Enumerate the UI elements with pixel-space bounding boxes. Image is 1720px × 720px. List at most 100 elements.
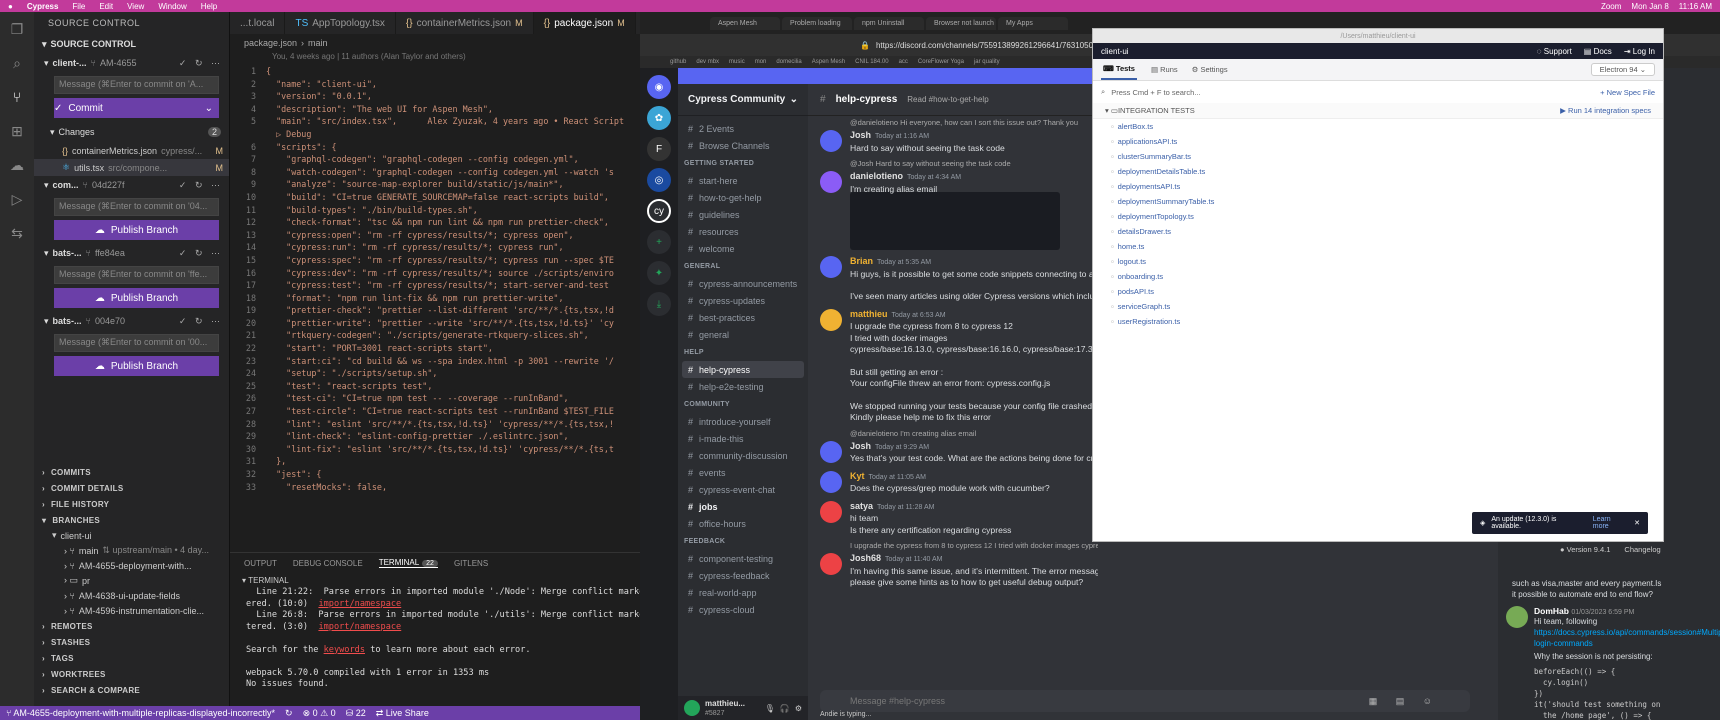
terminal-link[interactable]: keywords [324,645,365,655]
channel-item[interactable]: # cypress-updates [678,292,808,309]
channel-item[interactable]: # cypress-event-chat [678,481,808,498]
browser-tab[interactable]: npm Uninstall [854,16,924,30]
guild-name[interactable]: Cypress Community ⌄ [678,84,808,116]
publish-branch-button[interactable]: ☁ Publish Branch [54,356,219,376]
channel-topic[interactable]: Read #how-to-get-help [907,95,988,104]
explorer-icon[interactable]: ❐ [0,12,34,46]
bookmark-item[interactable]: CNIL 184.00 [855,59,888,65]
code-line[interactable]: 7 "graphql-codegen": "graphql-codegen --… [230,154,640,167]
download-icon[interactable]: ⤓ [647,292,671,316]
channel-item[interactable]: # guidelines [678,206,808,223]
changelog-link[interactable]: Changelog [1624,545,1660,554]
code-block-image[interactable] [850,192,1060,250]
code-line[interactable]: 11 "build-types": "./bin/build-types.sh"… [230,205,640,218]
code-line[interactable]: 16 "cypress:dev": "rm -rf cypress/result… [230,268,640,281]
spec-file[interactable]: ▫ userRegistration.ts [1093,314,1663,329]
avatar[interactable] [820,130,842,152]
branch-item[interactable]: › ▭ pr [34,573,229,588]
avatar[interactable] [820,256,842,278]
code-line[interactable]: 30 "lint-fix": "eslint 'src/**/*.{ts,tsx… [230,444,640,457]
menu-window[interactable]: Window [158,2,186,11]
spec-file[interactable]: ▫ podsAPI.ts [1093,284,1663,299]
channel-item[interactable]: # cypress-cloud [678,601,808,618]
source-control-icon[interactable]: ⑂ [0,80,34,114]
docker-icon[interactable]: ☁ [0,148,34,182]
explore-icon[interactable]: ✦ [647,261,671,285]
remotes-section[interactable]: › REMOTES [34,618,229,634]
menubar-app-name[interactable]: Cypress [27,2,59,11]
avatar[interactable] [820,171,842,193]
channel-item[interactable]: # component-testing [678,550,808,567]
commit-message-input[interactable]: Message (⌘Enter to commit on 'A... [54,76,219,94]
channel-item[interactable]: # resources [678,223,808,240]
code-line[interactable]: 3 "version": "0.0.1", [230,91,640,104]
message-author[interactable]: satya [850,501,873,511]
code-line[interactable]: 6 "scripts": { [230,142,640,155]
spec-file[interactable]: ▫ deploymentTopology.ts [1093,209,1663,224]
branches-section[interactable]: ▾ BRANCHES [34,512,229,528]
code-line[interactable]: 15 "cypress:spec": "rm -rf cypress/resul… [230,255,640,268]
channel-item[interactable]: # best-practices [678,309,808,326]
bookmark-item[interactable]: domecilia [776,59,801,65]
bookmark-item[interactable]: acc [899,59,908,65]
avatar[interactable] [820,470,842,493]
avatar[interactable] [820,440,842,463]
browser-tab[interactable]: My Apps [998,16,1068,30]
browser-tab[interactable]: Problem loading [782,16,852,30]
code-line[interactable]: 23 "start:ci": "cd build && ws --spa ind… [230,356,640,369]
tags-section[interactable]: › TAGS [34,650,229,666]
branch-item[interactable]: › ⑂ AM-4655-deployment-with... [34,558,229,573]
thread-author[interactable]: DomHab [1534,606,1569,616]
apple-icon[interactable]: ● [8,2,13,11]
new-spec-button[interactable]: + New Spec File [1600,88,1655,97]
commit-message-input[interactable]: Message (⌘Enter to commit on 'ffe... [54,266,219,284]
code-line[interactable]: 8 "watch-codegen": "graphql-codegen --co… [230,167,640,180]
code-line[interactable]: 10 "build": "CI=true GENERATE_SOURCEMAP=… [230,192,640,205]
gear-icon[interactable]: ⚙ [795,704,802,713]
code-line[interactable]: 33 "resetMocks": false, [230,482,640,495]
channel-category[interactable]: FEEDBACK [678,532,808,550]
channel-category[interactable]: COMMUNITY [678,395,808,413]
message-author[interactable]: Josh [850,441,871,451]
channel-category[interactable]: GETTING STARTED [678,154,808,172]
tab-terminal[interactable]: TERMINAL 22 [378,558,438,568]
channel-item[interactable]: # real-world-app [678,584,808,601]
branch-item[interactable]: › ⑂ AM-4596-instrumentation-clie... [34,603,229,618]
changed-file[interactable]: {} containerMetrics.json cypress/... M [34,142,229,159]
spec-file[interactable]: ▫ deploymentSummaryTable.ts [1093,194,1663,209]
version-label[interactable]: ● Version 9.4.1 [1560,545,1610,554]
channel-item[interactable]: # general [678,326,808,343]
breadcrumb-file[interactable]: package.json [244,38,297,48]
bookmark-item[interactable]: dev mbx [696,59,719,65]
code-line[interactable]: 20 "prettier-write": "prettier --write '… [230,318,640,331]
menu-edit[interactable]: Edit [99,2,113,11]
extensions-icon[interactable]: ⊞ [0,114,34,148]
repo-row[interactable]: ▾ client-... ⑂ AM-4655 ✓ ↻ ⋯ [34,54,229,72]
channel-item[interactable]: # i-made-this [678,430,808,447]
menu-file[interactable]: File [72,2,85,11]
browser-tab[interactable]: Aspen Mesh [710,16,780,30]
code-line[interactable]: 2 "name": "client-ui", [230,79,640,92]
discord-home-icon[interactable]: ◉ [647,75,671,99]
message-author[interactable]: matthieu [850,309,888,319]
changed-file[interactable]: ⚛ utils.tsx src/compone... M [34,159,229,176]
changes-group[interactable]: ▾ Changes 2 [34,122,229,142]
code-line[interactable]: 9 "analyze": "source-map-explorer build/… [230,179,640,192]
code-line[interactable]: 32 "jest": { [230,469,640,482]
support-link[interactable]: ◌ Support [1537,47,1572,56]
channel-category[interactable]: HELP [678,343,808,361]
problems-status[interactable]: ⊗ 0 ⚠ 0 [303,708,336,719]
emoji-icon[interactable]: ▦ ▤ ☺ [1369,696,1440,707]
server-icon[interactable]: F [647,137,671,161]
search-compare-section[interactable]: › SEARCH & COMPARE [34,682,229,698]
channel-item[interactable]: # help-cypress [682,361,804,378]
tab-output[interactable]: OUTPUT [244,559,277,568]
commit-message-input[interactable]: Message (⌘Enter to commit on '00... [54,334,219,352]
repo-row[interactable]: ▾ bats-... ⑂ 004e70 ✓ ↻ ⋯ [34,312,229,330]
channel-category[interactable]: GENERAL [678,257,808,275]
code-line[interactable]: 21 "rtkquery-codegen": "./scripts/genera… [230,330,640,343]
terminal-output[interactable]: Line 21:22: Parse errors in imported mod… [230,587,640,691]
code-line[interactable]: ▷ Debug [230,129,640,142]
code-line[interactable]: 19 "prettier-check": "prettier --list-di… [230,305,640,318]
branch-item[interactable]: › ⑂ AM-4638-ui-update-fields [34,588,229,603]
